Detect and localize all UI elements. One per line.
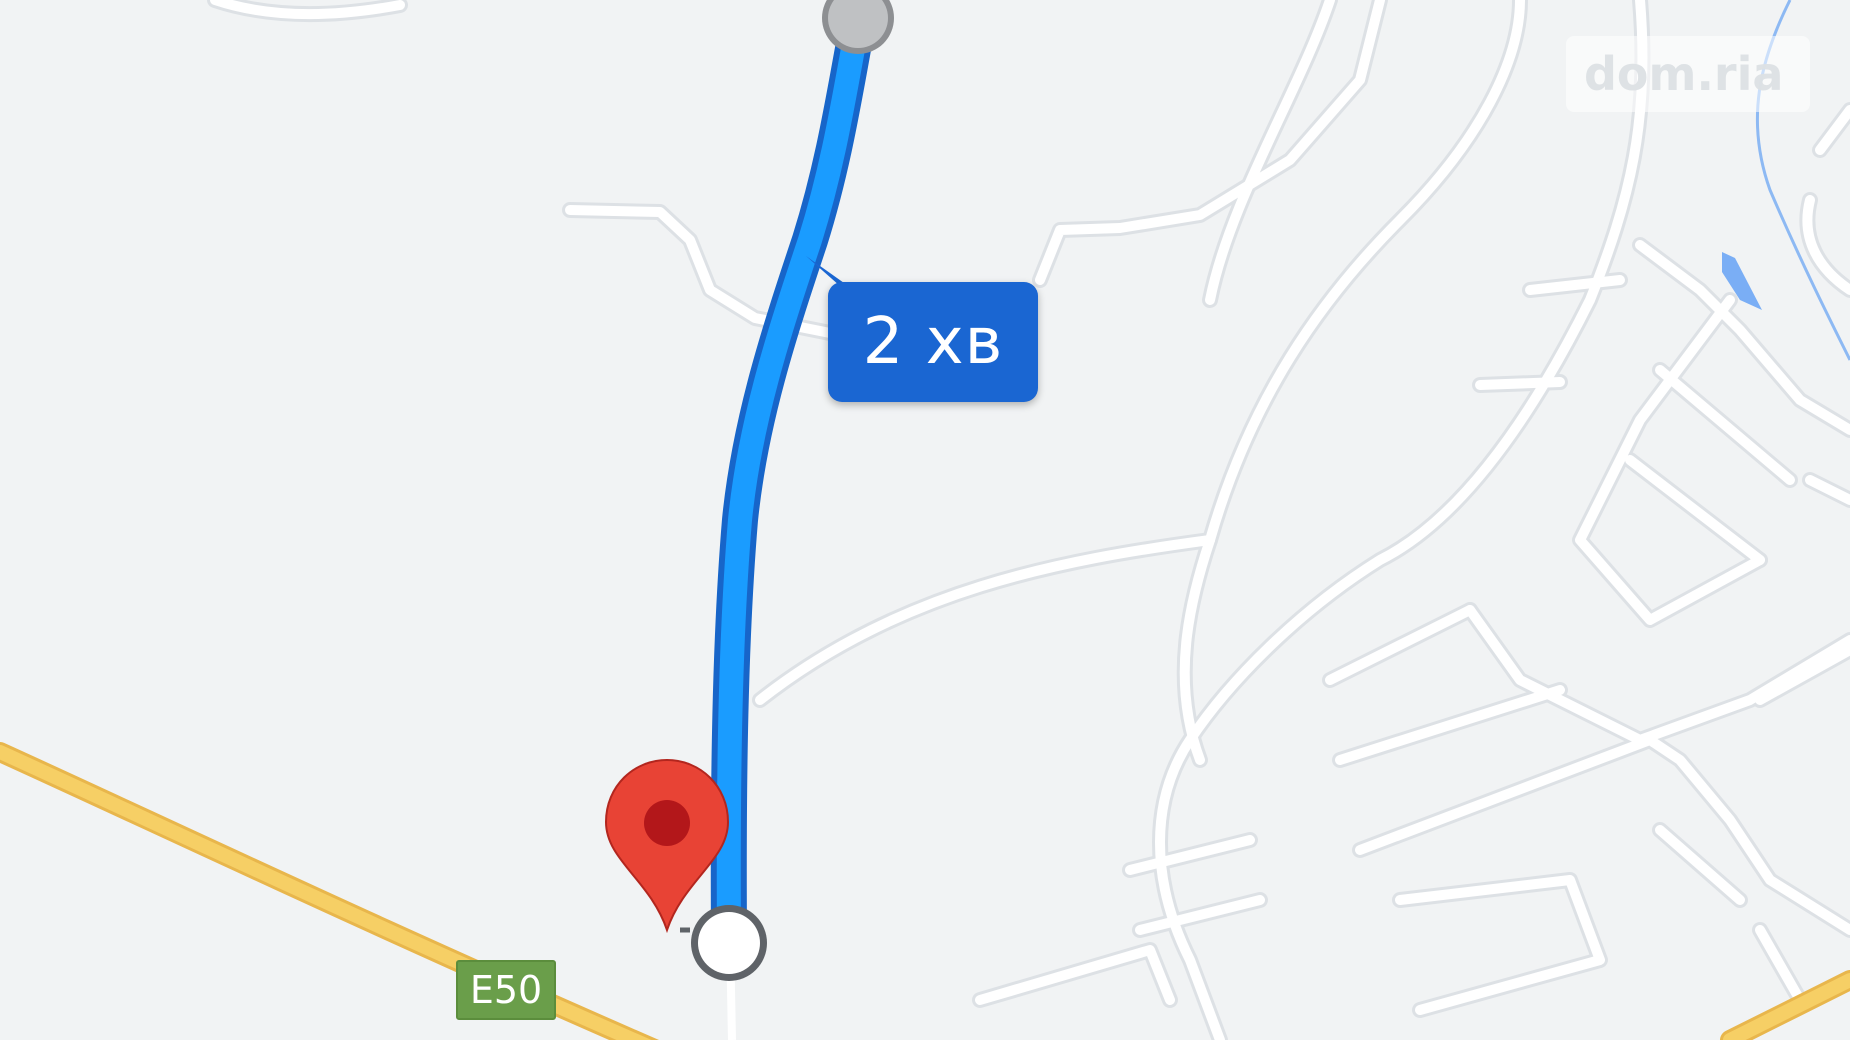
watermark-logo: dom.ria (1566, 36, 1810, 112)
map-view[interactable]: 2 хв E50 dom.ria (0, 0, 1850, 1040)
minor-roads (207, 0, 1850, 1040)
map-canvas[interactable] (0, 0, 1850, 1040)
highway-shield: E50 (456, 960, 556, 1020)
route-start-circle-icon[interactable] (822, 0, 894, 54)
route-line (710, 4, 876, 958)
route-duration-label[interactable]: 2 хв (828, 282, 1038, 402)
map-pin-icon[interactable] (604, 758, 730, 934)
route-end-circle-icon[interactable] (680, 905, 767, 981)
